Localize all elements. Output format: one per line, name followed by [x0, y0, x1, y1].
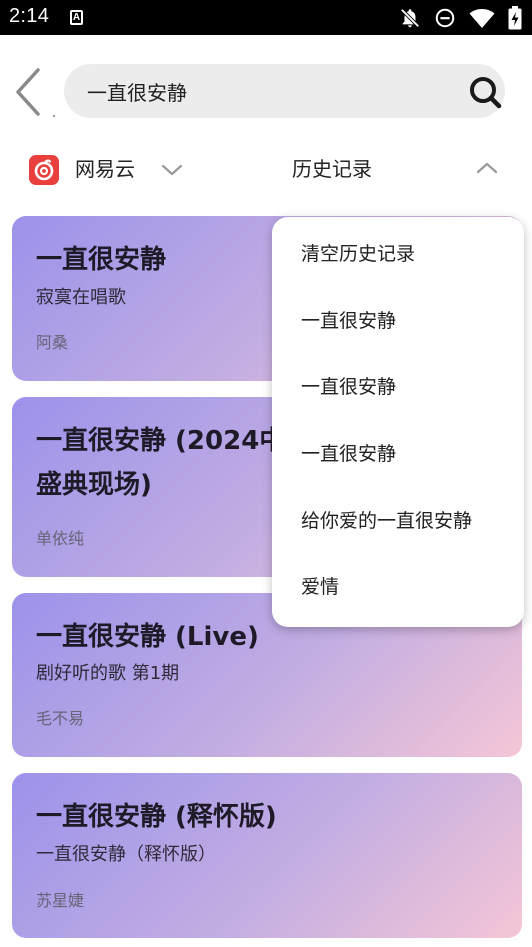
- history-item[interactable]: 一直很安静: [301, 373, 396, 401]
- divider-dot: [53, 115, 55, 117]
- wifi-icon: [469, 9, 495, 28]
- search-bar[interactable]: [64, 64, 505, 118]
- result-title: 一直很安静: [36, 245, 167, 275]
- result-artist: 苏星婕: [36, 891, 85, 910]
- clear-history-button[interactable]: 清空历史记录: [301, 240, 415, 268]
- chevron-down-icon[interactable]: [160, 160, 184, 180]
- status-icons: [399, 6, 522, 30]
- status-time: 2:14: [9, 5, 50, 27]
- search-input[interactable]: [87, 64, 447, 118]
- result-artist: 毛不易: [36, 709, 85, 728]
- history-item[interactable]: 给你爱的一直很安静: [301, 507, 472, 535]
- chevron-up-icon[interactable]: [475, 158, 499, 178]
- history-toggle[interactable]: 历史记录: [292, 155, 372, 183]
- result-subtitle: 剧好听的歌 第1期: [36, 663, 180, 684]
- result-artist: 单依纯: [36, 529, 85, 548]
- do-not-disturb-icon: [435, 8, 455, 28]
- history-item[interactable]: 一直很安静: [301, 440, 396, 468]
- history-item[interactable]: 爱情: [301, 573, 339, 601]
- result-title-continued: 盛典现场): [36, 470, 152, 500]
- result-card[interactable]: 一直很安静 (释怀版) 一直很安静（释怀版） 苏星婕: [12, 773, 522, 938]
- search-icon[interactable]: [468, 75, 502, 109]
- back-arrow-icon[interactable]: [14, 66, 46, 118]
- source-name[interactable]: 网易云: [75, 155, 135, 183]
- status-bar: 2:14 A: [0, 0, 532, 35]
- notification-badge-icon: A: [70, 10, 83, 25]
- result-title: 一直很安静 (2024中: [36, 426, 286, 456]
- result-artist: 阿桑: [36, 333, 69, 352]
- netease-music-logo-icon[interactable]: [29, 155, 59, 185]
- history-dropdown: 清空历史记录 一直很安静 一直很安静 一直很安静 给你爱的一直很安静 爱情: [272, 217, 524, 627]
- result-title: 一直很安静 (Live): [36, 622, 259, 652]
- battery-charging-icon: [508, 6, 522, 30]
- notifications-off-icon: [400, 8, 420, 28]
- result-title: 一直很安静 (释怀版): [36, 802, 277, 832]
- result-subtitle: 一直很安静（释怀版）: [36, 844, 216, 865]
- history-item[interactable]: 一直很安静: [301, 307, 396, 335]
- result-subtitle: 寂寞在唱歌: [36, 287, 126, 308]
